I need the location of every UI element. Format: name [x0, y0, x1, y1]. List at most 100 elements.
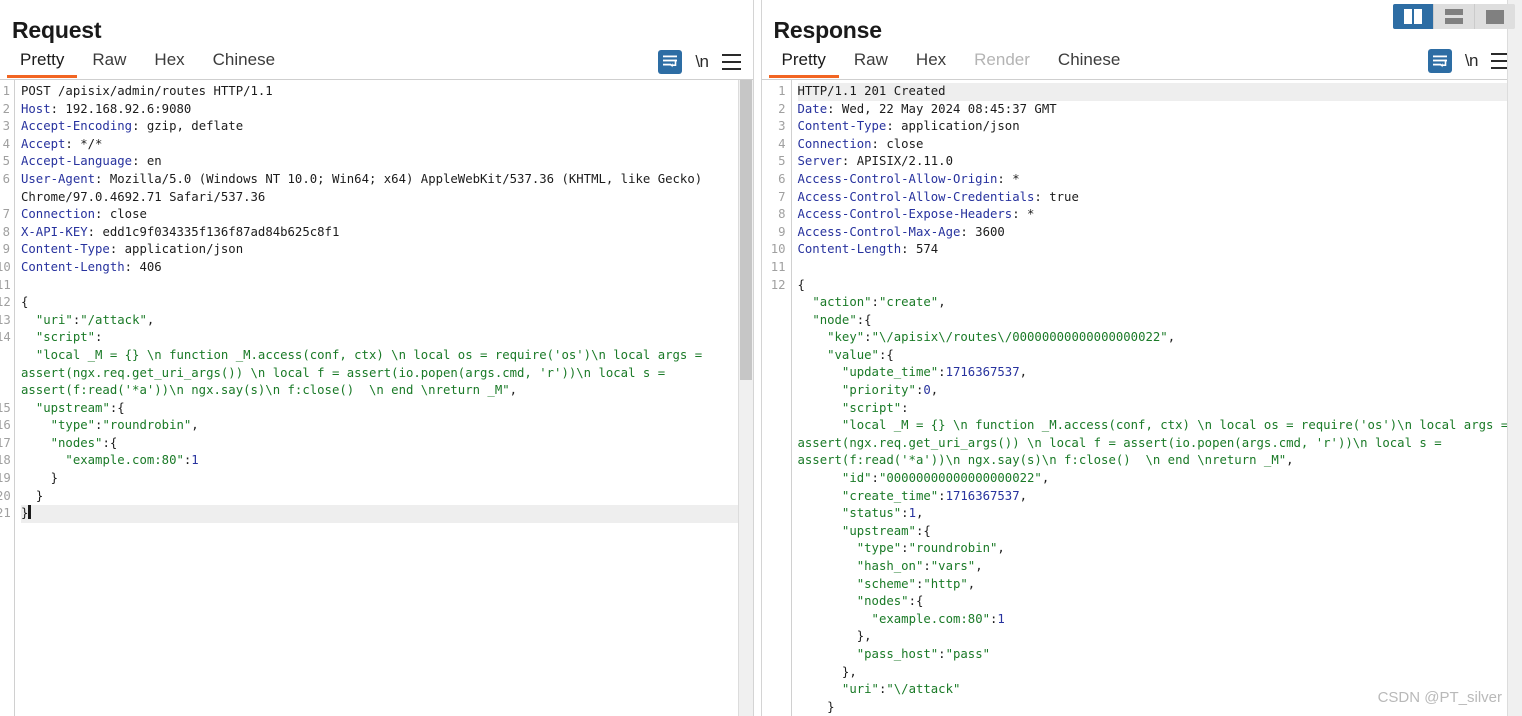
line-number: 21: [0, 506, 11, 521]
code-token: "key": [827, 330, 865, 345]
single-view-icon: [1486, 9, 1504, 24]
code-token: },: [797, 664, 857, 679]
code-line: Host: 192.168.92.6:9080: [21, 101, 753, 119]
line-number: 8: [2, 224, 10, 239]
response-tab-pretty[interactable]: Pretty: [768, 45, 840, 78]
response-tab-raw[interactable]: Raw: [840, 45, 902, 78]
layout-switcher: [1393, 4, 1515, 29]
code-token: "value": [827, 347, 879, 362]
request-tab-hex[interactable]: Hex: [140, 45, 198, 78]
window-vertical-scrollbar[interactable]: [1507, 0, 1522, 716]
line-number: 7: [2, 207, 10, 222]
request-editor[interactable]: 123456 7891011121314 15161718192021 POST…: [0, 80, 753, 716]
request-panel-title: Request: [12, 17, 102, 43]
code-token: Content-Type: [21, 242, 110, 257]
response-newline-icon[interactable]: \n: [1465, 51, 1479, 71]
line-number: 12: [0, 295, 11, 310]
line-number: 3: [2, 119, 10, 134]
code-line: "scheme":"http",: [798, 576, 1522, 594]
line-number: 13: [0, 312, 11, 327]
line-number: [0, 382, 10, 400]
line-number: [762, 417, 786, 435]
line-number: [762, 347, 786, 365]
panel-splitter[interactable]: [752, 0, 762, 716]
code-token: : en: [132, 154, 162, 169]
code-token: {: [21, 295, 29, 310]
response-tab-hex[interactable]: Hex: [902, 45, 960, 78]
code-line: "update_time":1716367537,: [798, 364, 1522, 382]
code-token: :: [95, 330, 103, 345]
code-token: "uri": [841, 682, 879, 697]
code-token: POST /apisix/admin/routes HTTP/1.1: [21, 84, 273, 98]
code-token: ,: [191, 418, 199, 433]
code-token: Host: [21, 101, 51, 116]
request-menu-button[interactable]: [721, 53, 741, 70]
code-token: : close: [871, 136, 924, 151]
line-number: 3: [778, 119, 786, 134]
line-number: [762, 452, 786, 470]
request-code[interactable]: POST /apisix/admin/routes HTTP/1.1 Host: …: [15, 80, 753, 716]
code-token: "vars": [930, 559, 976, 574]
request-scroll-thumb[interactable]: [739, 80, 752, 380]
line-number: 20: [0, 488, 11, 503]
code-line: Content-Type: application/json: [798, 118, 1522, 136]
line-number: 4: [2, 136, 10, 151]
code-token: Content-Length: [797, 242, 902, 257]
code-token: : 192.168.92.6:9080: [50, 101, 192, 116]
line-number: 19: [0, 471, 11, 486]
code-token: :: [938, 646, 946, 661]
code-token: : 574: [901, 242, 939, 257]
code-token: Content-Type: [797, 119, 887, 134]
line-number: 1: [778, 83, 786, 98]
line-number: 17: [0, 435, 11, 450]
code-token: : 3600: [960, 224, 1005, 239]
code-token: :: [864, 330, 872, 345]
line-number: [0, 347, 10, 365]
code-line: Accept-Encoding: gzip, deflate: [21, 118, 753, 136]
code-line: X-API-KEY: edd1c9f034335f136f87ad84b625c…: [21, 224, 753, 242]
line-number: 18: [0, 453, 11, 468]
code-line: }: [21, 470, 753, 488]
code-token: 0: [923, 383, 931, 398]
code-token: }: [21, 506, 29, 521]
response-tab-chinese[interactable]: Chinese: [1044, 45, 1134, 78]
line-number: 9: [778, 224, 786, 239]
code-token: Accept: [21, 136, 66, 151]
code-token: "/attack": [80, 312, 147, 327]
code-token: "roundrobin": [102, 418, 192, 433]
request-word-wrap-icon[interactable]: [658, 49, 683, 74]
code-token: Access-Control-Allow-Credentials: [797, 189, 1035, 204]
layout-side-by-side-button[interactable]: [1393, 4, 1434, 29]
line-number: 4: [778, 136, 786, 151]
line-number: 11: [770, 259, 786, 274]
line-number: [0, 365, 10, 383]
code-token: : *: [1012, 207, 1035, 222]
response-word-wrap-icon[interactable]: [1427, 49, 1452, 74]
request-vertical-scrollbar[interactable]: [737, 80, 753, 716]
layout-stacked-button[interactable]: [1434, 4, 1475, 29]
request-tab-chinese[interactable]: Chinese: [199, 45, 289, 78]
code-token: "\/attack": [886, 682, 961, 697]
line-number: [762, 400, 786, 418]
response-editor[interactable]: 1 2 3 4 5 6 7 8 9 10 11 12 HTTP/1.1 201 Created Date…: [761, 79, 1522, 716]
request-tab-raw[interactable]: Raw: [78, 45, 140, 78]
request-tab-pretty[interactable]: Pretty: [6, 45, 78, 78]
code-token: ,: [509, 383, 518, 398]
code-token: ,: [1019, 488, 1028, 503]
layout-single-button[interactable]: [1475, 4, 1515, 29]
code-token: "example.com:80": [65, 453, 184, 468]
code-token: Access-Control-Expose-Headers: [797, 207, 1013, 222]
code-token: :{: [856, 312, 872, 327]
line-number: [0, 189, 10, 207]
code-token: "pass_host": [856, 646, 939, 661]
code-token: Access-Control-Max-Age: [797, 224, 961, 239]
request-newline-icon[interactable]: \n: [695, 52, 709, 72]
response-code[interactable]: HTTP/1.1 201 Created Date: Wed, 22 May 20…: [792, 80, 1522, 716]
